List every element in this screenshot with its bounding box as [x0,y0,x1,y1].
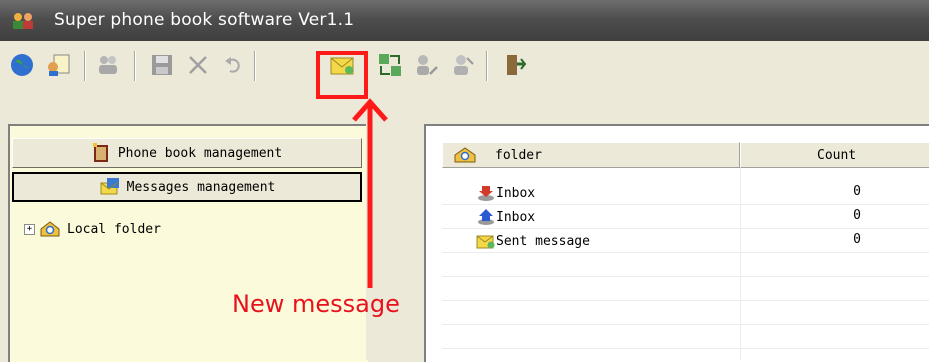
transfer-icon[interactable] [376,51,404,79]
phone-book-management-button[interactable]: Phone book management [12,138,362,168]
user-edit-icon[interactable] [412,51,440,79]
column-header-folder[interactable]: folder [442,142,740,168]
save-icon[interactable] [148,51,176,79]
row-folder-name: Inbox [496,209,536,225]
outbox-icon [478,209,494,225]
messages-management-label: Messages management [126,179,276,195]
folder-list-panel: folder Count Inbox 0 Inbox 0 Sent messag… [424,124,929,362]
tree-local-folder[interactable]: + Local folder [24,220,161,238]
expand-icon[interactable]: + [24,223,35,235]
user-settings-icon[interactable] [448,51,476,79]
users-icon[interactable] [94,51,122,79]
row-count: 0 [853,232,861,247]
count-column-label: Count [817,147,857,163]
row-count: 0 [853,208,861,223]
messages-management-button[interactable]: Messages management [12,172,362,202]
folder-header-icon [454,147,476,163]
contact-card-icon[interactable] [44,51,72,79]
row-folder-name: Sent message [496,233,590,249]
globe-icon[interactable] [8,51,36,79]
local-folder-icon [40,221,60,237]
column-header-count[interactable]: Count [740,142,929,168]
table-row[interactable]: Inbox 0 [442,180,929,205]
row-folder-name: Inbox [496,185,536,201]
address-book-icon [92,143,108,162]
sent-message-icon [476,235,495,249]
undo-icon[interactable] [220,51,248,79]
folder-column-label: folder [495,147,542,163]
exit-icon[interactable] [500,51,528,79]
callout-arrow [352,98,388,288]
table-row[interactable]: Sent message 0 [442,228,929,253]
table-row[interactable]: Inbox 0 [442,204,929,229]
local-folder-label: Local folder [67,221,161,237]
app-icon [13,13,33,29]
navigation-panel: Phone book management Messages managemen… [8,124,368,362]
callout-label: New message [232,290,400,318]
title-bar: Super phone book software Ver1.1 [0,0,929,41]
row-count: 0 [853,184,861,199]
delete-icon[interactable] [184,51,212,79]
messages-icon [100,178,119,195]
window-title: Super phone book software Ver1.1 [54,10,355,30]
toolbar [0,41,929,101]
inbox-icon [478,186,494,201]
phone-book-management-label: Phone book management [117,145,283,161]
callout-highlight-box [316,51,368,99]
